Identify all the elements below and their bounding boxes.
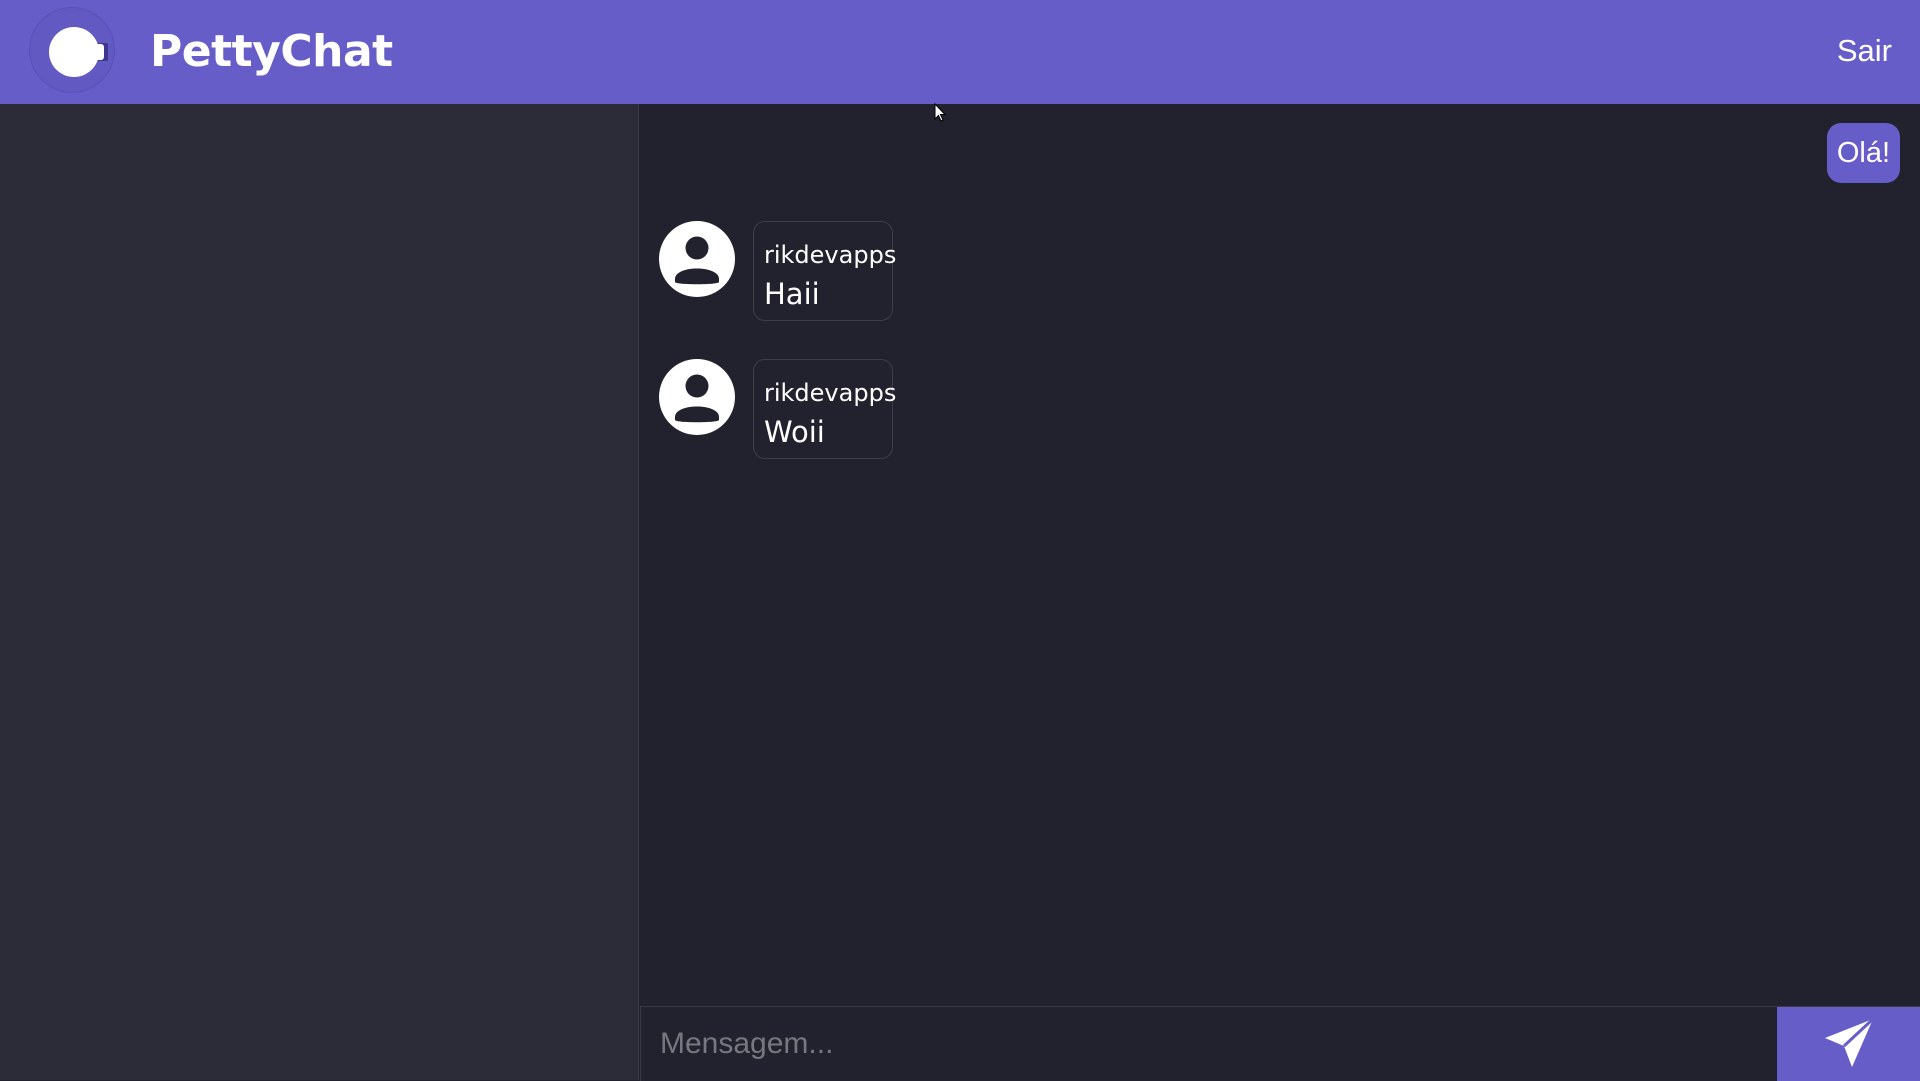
message-bubble: rikdevapps Woii [753, 359, 897, 459]
message-input[interactable] [640, 1007, 1776, 1081]
mouse-cursor-icon [934, 103, 946, 122]
app-title: PettyChat [150, 26, 393, 77]
user-avatar-icon [659, 221, 735, 297]
message-text: Woii [764, 415, 825, 449]
send-icon [1825, 1017, 1875, 1067]
message-sender: rikdevapps [764, 379, 897, 407]
send-button[interactable] [1777, 1007, 1920, 1081]
chat-messages-area: Olá! rikdevapps Haii rikdevapps Woii [640, 104, 1920, 1006]
logout-button[interactable]: Sair [1837, 32, 1892, 70]
own-message-bubble: Olá! [1826, 123, 1900, 183]
message-bubble: rikdevapps Haii [753, 221, 897, 321]
message-composer [640, 1006, 1920, 1081]
app-header: PettyChat Sair [0, 0, 1920, 104]
message-sender: rikdevapps [764, 241, 897, 269]
message-text: Haii [764, 277, 820, 311]
user-avatar-icon [659, 359, 735, 435]
message-item: rikdevapps Haii [659, 221, 1059, 321]
message-item: rikdevapps Woii [659, 359, 1059, 459]
logo-icon [30, 8, 114, 92]
sidebar [0, 104, 639, 1080]
